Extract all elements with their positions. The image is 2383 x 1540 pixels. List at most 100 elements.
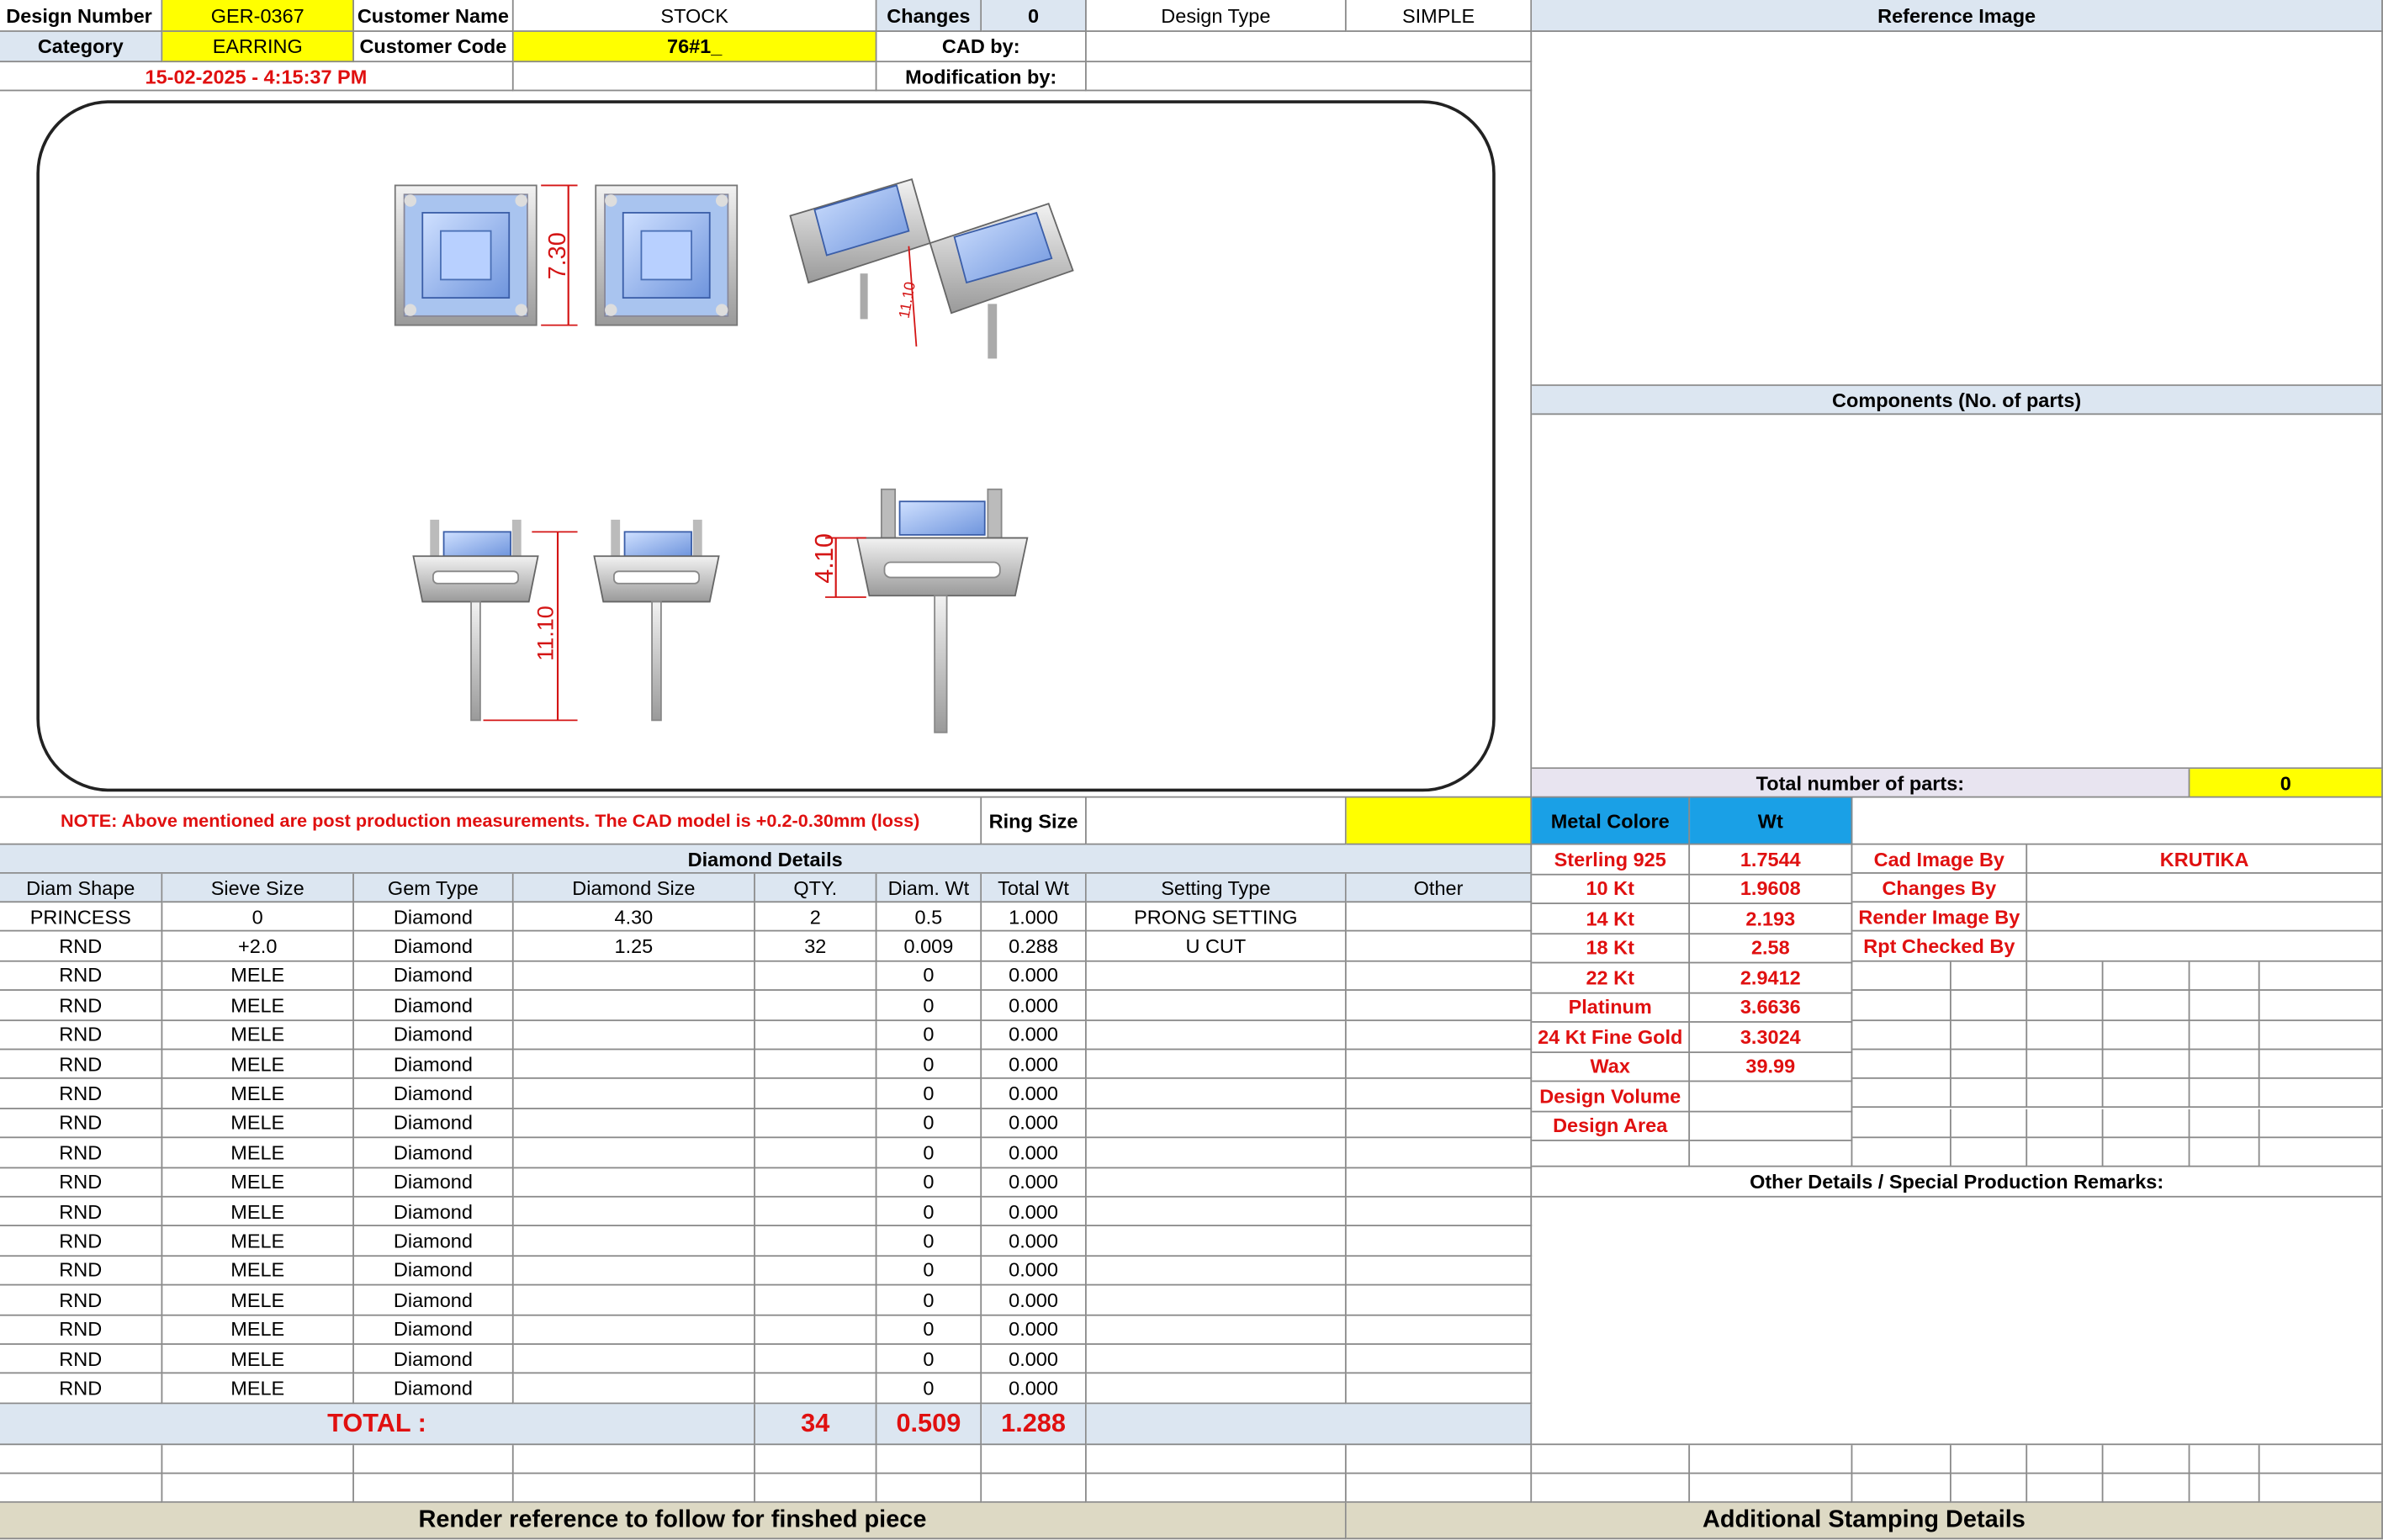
blank-cell[interactable] <box>2103 1108 2190 1138</box>
table-cell-diam-wt[interactable]: 0 <box>876 1020 982 1050</box>
table-cell-diamond-size[interactable]: 1.25 <box>513 932 755 962</box>
blank-cell[interactable] <box>755 1474 877 1503</box>
table-cell-other[interactable] <box>1346 1315 1533 1345</box>
table-cell-gem-type[interactable]: Diamond <box>353 1167 514 1198</box>
table-cell-sieve-size[interactable]: MELE <box>162 1167 354 1198</box>
table-cell-setting-type[interactable] <box>1086 1109 1347 1139</box>
blank-cell[interactable] <box>162 1474 354 1503</box>
table-cell-diam-wt[interactable]: 0 <box>876 991 982 1021</box>
blank-cell[interactable] <box>2190 1474 2260 1503</box>
table-cell-gem-type[interactable]: Diamond <box>353 1197 514 1227</box>
table-cell-gem-type[interactable]: Diamond <box>353 1050 514 1080</box>
table-cell-gem-type[interactable]: Diamond <box>353 1373 514 1404</box>
blank-cell[interactable] <box>1690 1445 1853 1474</box>
blank-cell[interactable] <box>1951 1108 2028 1138</box>
blank-cell[interactable] <box>1852 961 1951 992</box>
table-cell-total-wt[interactable]: 0.000 <box>982 1197 1087 1227</box>
table-cell-setting-type[interactable] <box>1086 1373 1347 1404</box>
table-cell-other[interactable] <box>1346 902 1533 933</box>
blank-cell[interactable] <box>1852 991 1951 1021</box>
table-cell-qty[interactable]: 32 <box>755 932 877 962</box>
table-cell-sieve-size[interactable]: MELE <box>162 1079 354 1109</box>
blank-cell[interactable] <box>1532 1140 1691 1167</box>
table-cell-diam-shape[interactable]: RND <box>0 1373 163 1404</box>
table-cell-diam-wt[interactable]: 0 <box>876 1138 982 1168</box>
table-cell-diam-shape[interactable]: PRINCESS <box>0 902 163 933</box>
blank-cell[interactable] <box>2190 1137 2260 1167</box>
table-cell-diam-wt[interactable]: 0 <box>876 961 982 992</box>
metal-weight[interactable]: 3.3024 <box>1690 1022 1853 1053</box>
table-cell-gem-type[interactable]: Diamond <box>353 991 514 1021</box>
table-cell-sieve-size[interactable]: MELE <box>162 1197 354 1227</box>
table-cell-total-wt[interactable]: 0.000 <box>982 991 1087 1021</box>
table-cell-other[interactable] <box>1346 1138 1533 1168</box>
ring-size-extra[interactable] <box>1346 797 1533 845</box>
metal-weight[interactable]: 1.9608 <box>1690 874 1853 904</box>
blank-cell[interactable] <box>2103 1445 2190 1474</box>
table-cell-gem-type[interactable]: Diamond <box>353 1138 514 1168</box>
cad-image-by-value[interactable]: KRUTIKA <box>2027 844 2383 874</box>
table-cell-qty[interactable] <box>755 1138 877 1168</box>
table-cell-diam-shape[interactable]: RND <box>0 1109 163 1139</box>
table-cell-diamond-size[interactable] <box>513 1344 755 1374</box>
blank-cell[interactable] <box>2190 1050 2260 1080</box>
table-cell-sieve-size[interactable]: MELE <box>162 1226 354 1257</box>
blank-cell[interactable] <box>2027 1108 2104 1138</box>
metal-weight[interactable]: 2.9412 <box>1690 963 1853 993</box>
table-cell-qty[interactable] <box>755 1020 877 1050</box>
table-cell-qty[interactable] <box>755 1315 877 1345</box>
table-cell-diam-wt[interactable]: 0 <box>876 1344 982 1374</box>
table-cell-qty[interactable] <box>755 1285 877 1315</box>
table-cell-diamond-size[interactable] <box>513 1167 755 1198</box>
blank-cell[interactable] <box>2190 1079 2260 1109</box>
table-cell-qty[interactable] <box>755 961 877 992</box>
table-cell-other[interactable] <box>1346 991 1533 1021</box>
table-cell-total-wt[interactable]: 0.000 <box>982 1050 1087 1080</box>
table-cell-other[interactable] <box>1346 1167 1533 1198</box>
table-cell-sieve-size[interactable]: MELE <box>162 1020 354 1050</box>
table-cell-qty[interactable] <box>755 1050 877 1080</box>
table-cell-other[interactable] <box>1346 1197 1533 1227</box>
changes-value[interactable]: 0 <box>982 0 1087 32</box>
table-cell-diam-wt[interactable]: 0 <box>876 1050 982 1080</box>
table-cell-other[interactable] <box>1346 1020 1533 1050</box>
table-cell-gem-type[interactable]: Diamond <box>353 1226 514 1257</box>
table-cell-sieve-size[interactable]: MELE <box>162 1344 354 1374</box>
table-cell-diam-wt[interactable]: 0 <box>876 1373 982 1404</box>
table-cell-diam-wt[interactable]: 0 <box>876 1285 982 1315</box>
table-cell-gem-type[interactable]: Diamond <box>353 1344 514 1374</box>
table-cell-diam-shape[interactable]: RND <box>0 991 163 1021</box>
table-cell-qty[interactable] <box>755 1344 877 1374</box>
table-cell-gem-type[interactable]: Diamond <box>353 902 514 933</box>
table-cell-setting-type[interactable]: PRONG SETTING <box>1086 902 1347 933</box>
blank-cell[interactable] <box>1951 1020 2028 1050</box>
blank-cell[interactable] <box>2259 1020 2383 1050</box>
reference-image-area[interactable] <box>1532 31 2383 386</box>
table-cell-diam-shape[interactable]: RND <box>0 1315 163 1345</box>
table-cell-sieve-size[interactable]: MELE <box>162 1256 354 1286</box>
table-cell-sieve-size[interactable]: MELE <box>162 991 354 1021</box>
table-cell-gem-type[interactable]: Diamond <box>353 1315 514 1345</box>
table-cell-setting-type[interactable] <box>1086 961 1347 992</box>
blank-cell[interactable] <box>1852 797 2383 845</box>
blank-cell[interactable] <box>2103 1137 2190 1167</box>
table-cell-diam-wt[interactable]: 0 <box>876 1256 982 1286</box>
table-cell-setting-type[interactable] <box>1086 1020 1347 1050</box>
table-cell-sieve-size[interactable]: MELE <box>162 1285 354 1315</box>
category-value[interactable]: EARRING <box>162 31 354 63</box>
table-cell-qty[interactable] <box>755 1256 877 1286</box>
customer-name-value[interactable]: STOCK <box>513 0 877 32</box>
blank-cell[interactable] <box>353 1445 514 1474</box>
table-cell-other[interactable] <box>1346 1285 1533 1315</box>
table-cell-total-wt[interactable]: 0.000 <box>982 1138 1087 1168</box>
other-details-area[interactable] <box>1532 1197 2383 1446</box>
blank-cell[interactable] <box>2027 1474 2104 1503</box>
blank-cell[interactable] <box>2103 991 2190 1021</box>
blank-cell[interactable] <box>2027 1079 2104 1109</box>
table-cell-setting-type[interactable] <box>1086 1167 1347 1198</box>
render-image-by-value[interactable] <box>2027 902 2383 932</box>
table-cell-setting-type[interactable] <box>1086 1226 1347 1257</box>
table-cell-total-wt[interactable]: 0.000 <box>982 1256 1087 1286</box>
table-cell-setting-type[interactable]: U CUT <box>1086 932 1347 962</box>
table-cell-diam-wt[interactable]: 0 <box>876 1197 982 1227</box>
